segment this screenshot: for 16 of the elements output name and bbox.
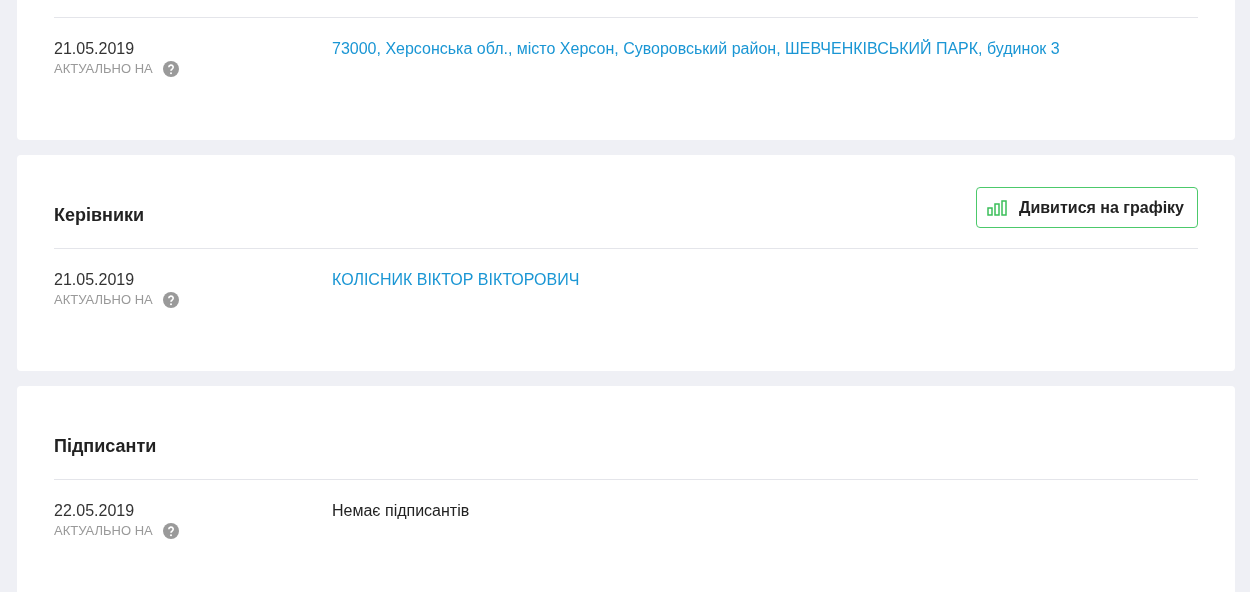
bar-chart-icon (987, 199, 1008, 216)
date-label: АКТУАЛЬНО НА (54, 292, 153, 308)
date-text: 21.05.2019 (54, 39, 136, 59)
help-icon[interactable] (162, 523, 179, 539)
help-icon[interactable] (162, 292, 179, 308)
date-text: 21.05.2019 (54, 270, 136, 290)
value-text: Немає підписантів (332, 501, 470, 521)
date-text: 22.05.2019 (54, 501, 136, 521)
section-title: Керівники (54, 204, 145, 227)
help-icon[interactable] (162, 61, 179, 77)
value-link[interactable]: 73000, Херсонська обл., місто Херсон, Суворовський район, ШЕВЧЕНКІВСЬКИЙ ПАРК, будинок 3 (332, 39, 1060, 77)
value-link[interactable]: КОЛІСНИК ВІКТОР ВІКТОРОВИЧ (332, 270, 580, 308)
date-label: АКТУАЛЬНО НА (54, 523, 153, 539)
section-title: Підписанти (54, 435, 157, 458)
chart-button[interactable]: Дивитися на графіку (976, 187, 1198, 228)
date-label: АКТУАЛЬНО НА (54, 61, 153, 77)
